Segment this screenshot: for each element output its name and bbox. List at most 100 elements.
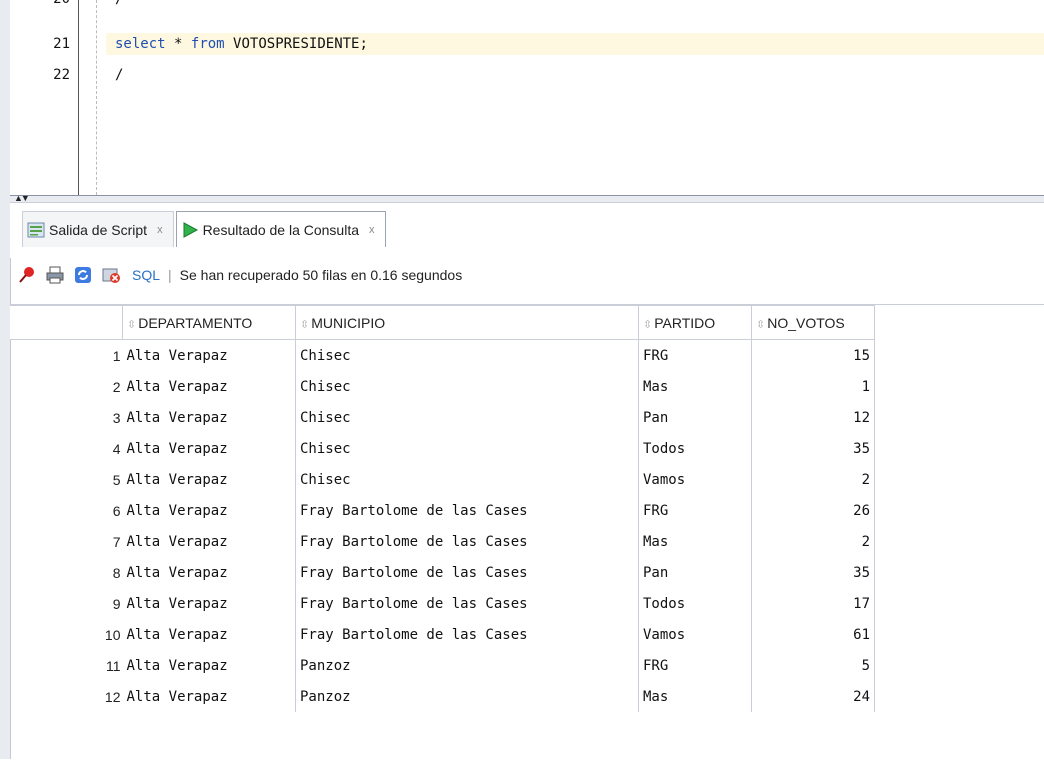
cell-municipio[interactable]: Fray Bartolome de las Cases: [295, 588, 639, 619]
table-row[interactable]: 6 Alta Verapaz Fray Bartolome de las Cases…: [10, 495, 875, 526]
table-row[interactable]: 12 Alta Verapaz Panzoz Mas 24: [10, 681, 875, 712]
sort-icon[interactable]: ⇳: [643, 319, 652, 331]
cell-departamento[interactable]: Alta Verapaz: [122, 339, 296, 371]
sort-icon[interactable]: ⇳: [756, 319, 765, 331]
column-header-partido[interactable]: ⇳ PARTIDO: [638, 305, 752, 340]
tab-label: Resultado de la Consulta: [202, 221, 359, 238]
cell-municipio[interactable]: Chisec: [295, 339, 639, 371]
cell-no-votos[interactable]: 24: [751, 681, 875, 712]
table-row[interactable]: 1 Alta Verapaz Chisec FRG 15: [10, 339, 875, 371]
table-row[interactable]: 10 Alta Verapaz Fray Bartolome de las Case…: [10, 619, 875, 650]
column-header-departamento[interactable]: ⇳ DEPARTAMENTO: [122, 305, 296, 340]
cell-no-votos[interactable]: 35: [751, 557, 875, 588]
cell-municipio[interactable]: Fray Bartolome de las Cases: [295, 557, 639, 588]
table-row[interactable]: 2 Alta Verapaz Chisec Mas 1: [10, 371, 875, 402]
splitter-arrows-icon[interactable]: ▲▼: [14, 193, 30, 203]
editor-line[interactable]: 21 select * from VOTOSPRESIDENTE;: [10, 33, 1044, 55]
script-output-icon: [27, 221, 45, 239]
cell-departamento[interactable]: Alta Verapaz: [122, 464, 296, 495]
row-number: 12: [104, 688, 121, 705]
cell-partido[interactable]: Pan: [638, 557, 752, 588]
table-row[interactable]: 7 Alta Verapaz Fray Bartolome de las Cases…: [10, 526, 875, 557]
row-number: 9: [112, 595, 121, 612]
cell-departamento[interactable]: Alta Verapaz: [122, 588, 296, 619]
cell-departamento[interactable]: Alta Verapaz: [122, 433, 296, 464]
cell-partido[interactable]: FRG: [638, 339, 752, 371]
cell-partido[interactable]: Mas: [638, 526, 752, 557]
refresh-icon[interactable]: [72, 264, 94, 286]
cell-partido[interactable]: Vamos: [638, 619, 752, 650]
results-toolbar: SQL | Se han recuperado 50 filas en 0.16…: [10, 258, 1044, 292]
close-icon[interactable]: x: [369, 224, 375, 236]
cell-municipio[interactable]: Fray Bartolome de las Cases: [295, 619, 639, 650]
cell-municipio[interactable]: Panzoz: [295, 681, 639, 712]
cell-municipio[interactable]: Chisec: [295, 402, 639, 433]
tab-query-result[interactable]: Resultado de la Consulta x: [175, 211, 386, 247]
cell-no-votos[interactable]: 61: [751, 619, 875, 650]
cell-partido[interactable]: Mas: [638, 681, 752, 712]
row-number-header: [10, 305, 123, 340]
cell-no-votos[interactable]: 15: [751, 339, 875, 371]
editor-results-splitter[interactable]: ▲▼: [10, 193, 1044, 203]
cell-partido[interactable]: Vamos: [638, 464, 752, 495]
table-row[interactable]: 4 Alta Verapaz Chisec Todos 35: [10, 433, 875, 464]
cell-no-votos[interactable]: 1: [751, 371, 875, 402]
cell-departamento[interactable]: Alta Verapaz: [122, 619, 296, 650]
table-row[interactable]: 8 Alta Verapaz Fray Bartolome de las Cases…: [10, 557, 875, 588]
column-header-municipio[interactable]: ⇳ MUNICIPIO: [295, 305, 639, 340]
cell-departamento[interactable]: Alta Verapaz: [122, 681, 296, 712]
cell-partido[interactable]: FRG: [638, 650, 752, 681]
cell-partido[interactable]: Todos: [638, 433, 752, 464]
sort-icon[interactable]: ⇳: [127, 319, 136, 331]
row-number: 11: [105, 657, 121, 674]
editor-line[interactable]: 20 /: [10, 0, 1044, 10]
column-header-no-votos[interactable]: ⇳ NO_VOTOS: [751, 305, 875, 340]
code-text[interactable]: /: [115, 0, 123, 10]
print-icon[interactable]: [44, 264, 66, 286]
cancel-icon[interactable]: [100, 264, 122, 286]
cell-municipio[interactable]: Chisec: [295, 464, 639, 495]
cell-municipio[interactable]: Chisec: [295, 433, 639, 464]
cell-departamento[interactable]: Alta Verapaz: [122, 650, 296, 681]
sql-editor[interactable]: 20 / 21 select * from VOTOSPRESIDENTE; 22 /: [10, 0, 1044, 195]
cell-no-votos[interactable]: 5: [751, 650, 875, 681]
code-text[interactable]: select * from VOTOSPRESIDENTE;: [115, 33, 368, 55]
cell-departamento[interactable]: Alta Verapaz: [122, 371, 296, 402]
close-icon[interactable]: x: [157, 224, 163, 236]
cell-no-votos[interactable]: 26: [751, 495, 875, 526]
row-number: 2: [112, 378, 121, 395]
tab-script-output[interactable]: Salida de Script x: [22, 211, 174, 247]
sql-link[interactable]: SQL: [132, 267, 160, 283]
cell-municipio[interactable]: Chisec: [295, 371, 639, 402]
cell-partido[interactable]: FRG: [638, 495, 752, 526]
sort-icon[interactable]: ⇳: [300, 319, 309, 331]
table-row[interactable]: 9 Alta Verapaz Fray Bartolome de las Cases…: [10, 588, 875, 619]
cell-partido[interactable]: Mas: [638, 371, 752, 402]
results-tab-bar: Salida de Script x Resultado de la Consu…: [10, 203, 1044, 258]
cell-partido[interactable]: Pan: [638, 402, 752, 433]
table-row[interactable]: 11 Alta Verapaz Panzoz FRG 5: [10, 650, 875, 681]
cell-partido[interactable]: Todos: [638, 588, 752, 619]
cell-no-votos[interactable]: 2: [751, 526, 875, 557]
editor-line[interactable]: 22 /: [10, 64, 1044, 86]
cell-departamento[interactable]: Alta Verapaz: [122, 495, 296, 526]
cell-departamento[interactable]: Alta Verapaz: [122, 557, 296, 588]
results-grid[interactable]: ⇳ DEPARTAMENTO ⇳ MUNICIPIO ⇳ PARTIDO ⇳ NO_VO…: [10, 304, 1044, 760]
cell-no-votos[interactable]: 12: [751, 402, 875, 433]
cell-no-votos[interactable]: 2: [751, 464, 875, 495]
cell-no-votos[interactable]: 35: [751, 433, 875, 464]
row-number: 5: [112, 471, 121, 488]
cell-no-votos[interactable]: 17: [751, 588, 875, 619]
code-text[interactable]: /: [115, 64, 123, 86]
run-triangle-icon: [181, 221, 199, 239]
cell-municipio[interactable]: Fray Bartolome de las Cases: [295, 526, 639, 557]
pin-icon[interactable]: [16, 264, 38, 286]
table-row[interactable]: 3 Alta Verapaz Chisec Pan 12: [10, 402, 875, 433]
cell-municipio[interactable]: Panzoz: [295, 650, 639, 681]
fold-guide: [96, 0, 97, 195]
cell-departamento[interactable]: Alta Verapaz: [122, 402, 296, 433]
tab-label: Salida de Script: [49, 221, 148, 238]
cell-municipio[interactable]: Fray Bartolome de las Cases: [295, 495, 639, 526]
table-row[interactable]: 5 Alta Verapaz Chisec Vamos 2: [10, 464, 875, 495]
cell-departamento[interactable]: Alta Verapaz: [122, 526, 296, 557]
